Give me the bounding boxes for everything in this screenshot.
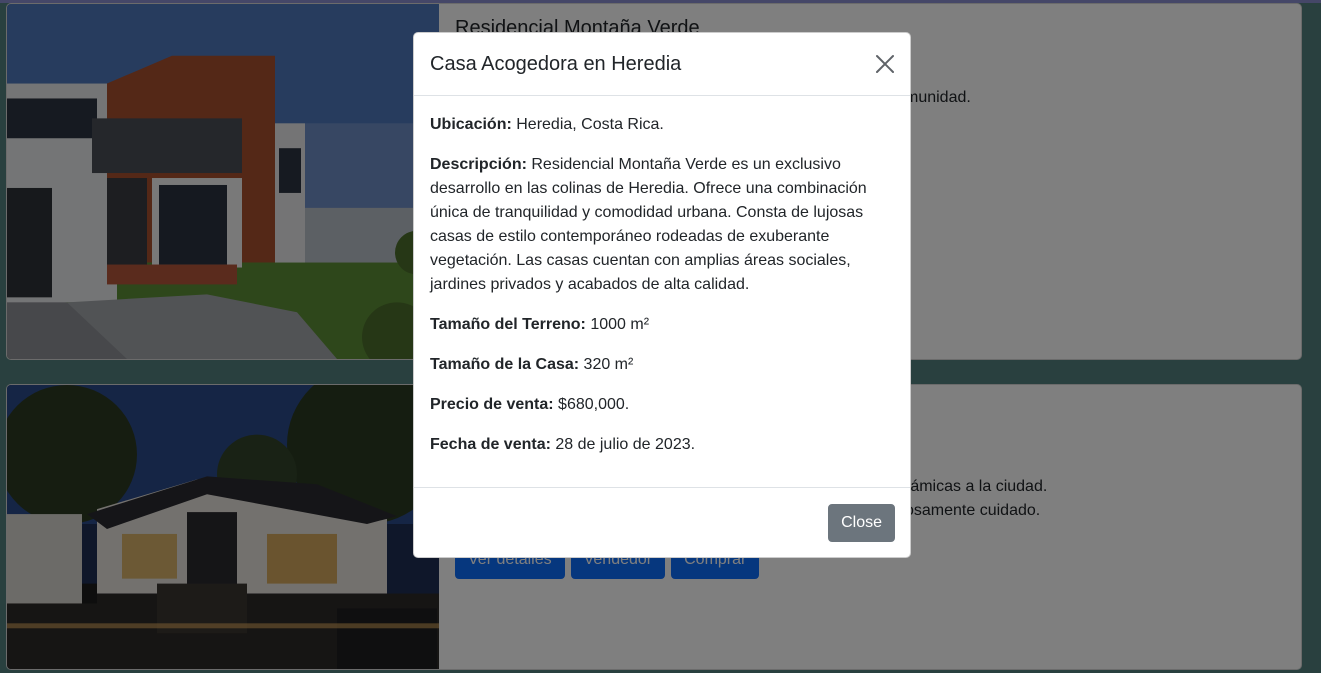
field-sale-price: Precio de venta: $680,000. [430, 393, 896, 417]
field-label: Ubicación: [430, 116, 512, 133]
close-icon[interactable] [874, 53, 896, 75]
field-sale-date: Fecha de venta: 28 de julio de 2023. [430, 433, 896, 457]
modal-body: Ubicación: Heredia, Costa Rica. Descripc… [430, 113, 896, 473]
field-label: Tamaño de la Casa: [430, 356, 580, 373]
field-value: Residencial Montaña Verde es un exclusiv… [430, 156, 867, 293]
field-value: 320 m² [579, 356, 634, 373]
field-value: 28 de julio de 2023. [550, 436, 696, 453]
field-house-size: Tamaño de la Casa: 320 m² [430, 353, 896, 377]
field-description: Descripción: Residencial Montaña Verde e… [430, 153, 896, 297]
field-land-size: Tamaño del Terreno: 1000 m² [430, 313, 896, 337]
field-value: 1000 m² [585, 316, 650, 333]
field-value: $680,000. [553, 396, 630, 413]
field-label: Fecha de venta: [430, 436, 551, 453]
field-label: Tamaño del Terreno: [430, 316, 586, 333]
field-location: Ubicación: Heredia, Costa Rica. [430, 113, 896, 137]
modal-title: Casa Acogedora en Heredia [430, 53, 682, 75]
field-value: Heredia, Costa Rica. [511, 116, 664, 133]
field-label: Descripción: [430, 156, 527, 173]
modal-header: Casa Acogedora en Heredia [414, 33, 910, 96]
close-button[interactable]: Close [828, 504, 895, 542]
modal-footer: Close [414, 487, 910, 558]
property-details-modal: Casa Acogedora en Heredia Ubicación: Her… [413, 32, 911, 558]
field-label: Precio de venta: [430, 396, 554, 413]
